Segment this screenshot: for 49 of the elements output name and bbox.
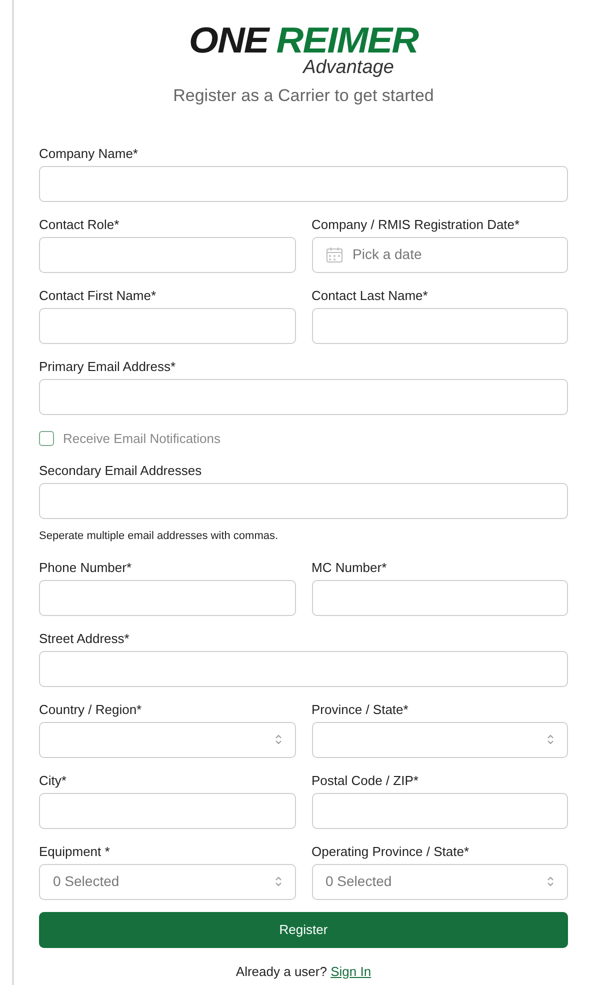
sign-in-link[interactable]: Sign In bbox=[330, 964, 372, 978]
field-label: City* bbox=[39, 772, 68, 788]
select-value: 0 Selected bbox=[326, 872, 393, 891]
field-label: Phone Number* bbox=[39, 558, 132, 576]
field-label: Street Address* bbox=[39, 630, 130, 646]
chevron-updown-icon bbox=[274, 876, 282, 887]
input-field[interactable] bbox=[312, 792, 568, 828]
input-field[interactable] bbox=[39, 792, 296, 828]
checkbox[interactable] bbox=[39, 430, 54, 446]
input-field[interactable] bbox=[312, 308, 568, 344]
input-field[interactable] bbox=[39, 580, 296, 616]
date-field[interactable]: Pick a date bbox=[312, 236, 568, 272]
chevron-updown-icon bbox=[274, 734, 282, 745]
footer-text: Already a user? bbox=[236, 964, 327, 978]
input-field[interactable] bbox=[39, 483, 568, 519]
chevron-updown-icon bbox=[547, 734, 554, 745]
field-label: Country / Region* bbox=[39, 700, 143, 718]
select-field[interactable] bbox=[312, 722, 568, 758]
field-label: Contact Last Name* bbox=[312, 286, 429, 304]
select-field[interactable] bbox=[39, 722, 296, 758]
select-value: 0 Selected bbox=[53, 872, 120, 891]
field-label: Contact Role* bbox=[39, 216, 120, 232]
field-label: Secondary Email Addresses bbox=[39, 462, 203, 479]
field-label: Equipment * bbox=[39, 842, 111, 860]
field-label: Company Name* bbox=[39, 144, 139, 162]
input-field[interactable] bbox=[39, 166, 568, 202]
date-placeholder: Pick a date bbox=[352, 245, 422, 264]
input-field[interactable] bbox=[39, 236, 296, 272]
field-label: Company / RMIS Registration Date* bbox=[312, 216, 521, 232]
field-label: Contact First Name* bbox=[39, 286, 158, 304]
register-button[interactable]: Register bbox=[39, 912, 568, 948]
input-field[interactable] bbox=[39, 650, 568, 686]
field-hint: Seperate multiple email addresses with commas. bbox=[39, 529, 280, 544]
field-label: Postal Code / ZIP* bbox=[312, 772, 420, 788]
select-field[interactable]: 0 Selected bbox=[312, 864, 568, 900]
logo-word: ONE bbox=[188, 21, 268, 61]
logo-tagline: Advantage bbox=[303, 58, 394, 77]
input-field[interactable] bbox=[39, 308, 296, 344]
field-label: Operating Province / State* bbox=[312, 842, 470, 860]
checkbox-label: Receive Email Notifications bbox=[63, 430, 221, 448]
input-field[interactable] bbox=[39, 378, 568, 414]
input-field[interactable] bbox=[312, 580, 568, 616]
form-subtitle: Register as a Carrier to get started bbox=[173, 85, 434, 107]
field-label: Province / State* bbox=[312, 700, 410, 718]
field-label: MC Number* bbox=[312, 558, 388, 576]
field-label: Primary Email Address* bbox=[39, 358, 177, 374]
calendar-icon bbox=[326, 246, 342, 262]
chevron-updown-icon bbox=[547, 876, 554, 887]
select-field[interactable]: 0 Selected bbox=[39, 864, 296, 900]
